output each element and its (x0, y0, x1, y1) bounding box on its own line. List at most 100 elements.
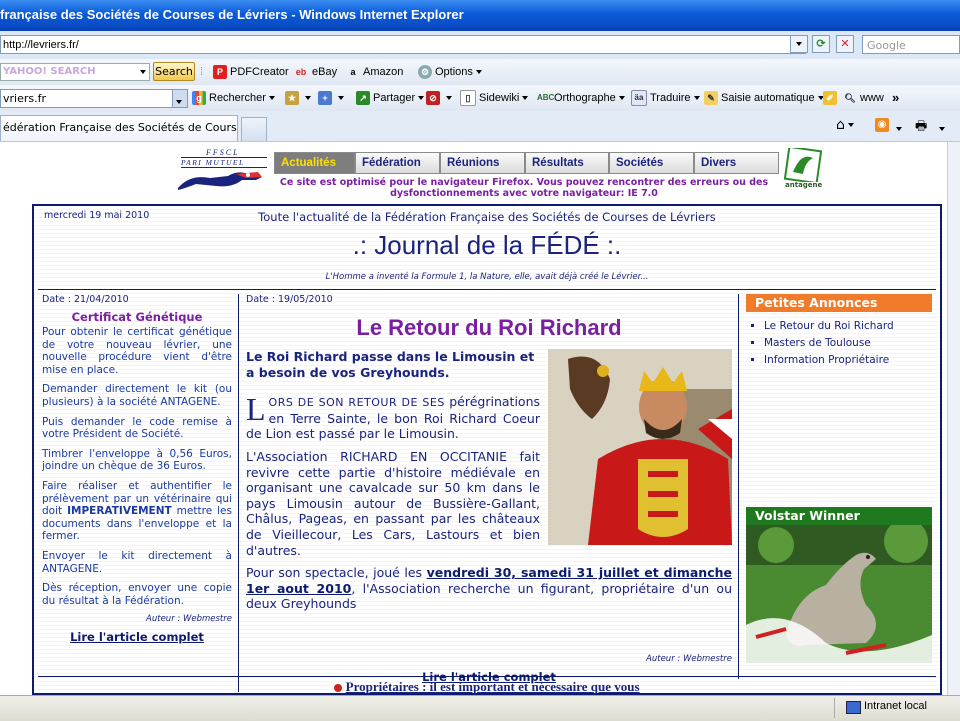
popup-blocker-button[interactable]: ⊘ (426, 90, 452, 106)
paragraph: Envoyer le kit directement à ANTAGENE. (42, 549, 232, 575)
grip-icon: ⁞ (200, 66, 204, 78)
right-column: Petites Annonces Le Retour du Roi Richar… (746, 294, 932, 371)
tab-active[interactable]: édération Française des Sociétés de Cour… (0, 115, 238, 141)
highlight-button[interactable]: ✐ (823, 90, 840, 106)
toolbar-row-2: vriers.fr g Rechercher ★ + ↗ Partager ⊘ ▯ S… (0, 85, 960, 112)
stop-icon[interactable]: ✕ (836, 35, 854, 53)
greyhound-photo-illustration (746, 525, 932, 663)
vertical-scrollbar[interactable] (947, 142, 960, 695)
combo-dropdown-button[interactable] (172, 90, 187, 107)
yahoo-placeholder: YAHOO! SEARCH (3, 66, 96, 77)
emphasis: IMPERATIVEMENT (67, 505, 172, 518)
browser-notice-line2: dysfonctionnements avec votre navigateur… (390, 188, 658, 199)
list-item[interactable]: Information Propriétaire (764, 354, 932, 366)
traduire-label: Traduire (650, 92, 691, 104)
proprietaires-link[interactable]: Propriétaires : il est important et néce… (346, 679, 640, 694)
popup-blocker-icon: ⊘ (426, 91, 440, 106)
antagene-logo-icon (783, 145, 823, 185)
home-icon[interactable]: ⌂ (836, 117, 854, 133)
nav-resultats[interactable]: Résultats (525, 152, 609, 174)
drop-cap: L (246, 391, 266, 428)
new-tab-button[interactable] (241, 117, 267, 141)
browser-notice-line1: Ce site est optimisé pour le navigateur … (279, 177, 769, 188)
options-button[interactable]: ⚙ Options (418, 64, 482, 80)
print-icon[interactable]: 🖶︎ (915, 117, 927, 139)
search-placeholder: Google (867, 39, 906, 52)
status-bar: Intranet local (0, 695, 960, 721)
paragraph: Puis demander le code remise à votre Pré… (42, 415, 232, 441)
bullet-icon (334, 684, 343, 693)
paragraph: Faire réaliser et authentifier le prélèv… (42, 480, 232, 543)
pdf-icon: P (213, 65, 227, 80)
nav-federation[interactable]: Fédération (355, 152, 440, 174)
print-dropdown[interactable] (936, 122, 945, 135)
highlighter-icon: ✐ (823, 91, 837, 106)
search-input[interactable]: Google (862, 35, 960, 54)
greyhound-photo[interactable] (746, 525, 932, 663)
address-url: http://levriers.fr/ (3, 39, 79, 51)
nav-divers[interactable]: Divers (694, 152, 779, 174)
autofill-icon: ✎ (704, 91, 718, 106)
yahoo-search-button[interactable]: Search (153, 62, 195, 81)
pdfcreator-label: PDFCreator (230, 66, 289, 78)
main-column: Date : 19/05/2010 Le Retour du Roi Richa… (246, 294, 732, 684)
orthographe-label: Orthographe (554, 92, 616, 104)
www-button[interactable]: 🔍︎ www (843, 90, 884, 106)
address-dropdown-button[interactable] (790, 35, 808, 53)
main-article-title: Le Retour du Roi Richard (356, 315, 622, 340)
spellcheck-icon: ABC (537, 93, 555, 103)
orthographe-button[interactable]: ABCOrthographe (537, 90, 625, 106)
chevron-down-icon (693, 96, 700, 101)
partager-label: Partager (373, 92, 416, 104)
tabs-row: édération Française des Sociétés de Cour… (0, 111, 960, 142)
rechercher-button[interactable]: g Rechercher (192, 90, 275, 106)
antagene-logo[interactable]: antagene (783, 145, 823, 192)
www-label: www (860, 92, 884, 104)
plus-icon: + (318, 91, 332, 106)
google-toolbar-combo[interactable]: vriers.fr (0, 89, 188, 108)
king-richard-photo (548, 349, 732, 545)
nav-actualites[interactable]: Actualités (274, 152, 355, 174)
logo-text-ffscl: FFSCL (206, 148, 240, 157)
pdfcreator-button[interactable]: P PDFCreator (213, 64, 289, 80)
amazon-button[interactable]: a Amazon (346, 64, 403, 80)
announcement-link[interactable]: Le Retour du Roi Richard (764, 320, 894, 332)
bookmark-button[interactable]: ★ (285, 90, 311, 106)
refresh-icon[interactable]: ⟳ (812, 35, 830, 53)
chevron-down-icon (418, 96, 425, 101)
ebay-button[interactable]: eb eBay (293, 64, 337, 80)
left-read-more-link[interactable]: Lire l'article complet (70, 630, 204, 644)
ffscl-logo[interactable]: FFSCL PARI MUTUEL (176, 148, 268, 190)
nav-societes[interactable]: Sociétés (609, 152, 694, 174)
winner-title: Volstar Winner (746, 507, 932, 525)
left-article-heading: Certificat Génétique (71, 310, 203, 324)
chevron-down-icon (446, 96, 452, 101)
toolbar-overflow-button[interactable]: » (892, 90, 899, 106)
plus-button[interactable]: + (318, 90, 344, 106)
rss-dropdown[interactable] (893, 122, 902, 135)
rss-icon[interactable]: ◉ (875, 118, 889, 132)
announcement-link[interactable]: Information Propriétaire (764, 354, 889, 366)
nav-reunions[interactable]: Réunions (440, 152, 525, 174)
ebay-icon: eb (295, 67, 307, 78)
list-item[interactable]: Masters de Toulouse (764, 337, 932, 349)
traduire-button[interactable]: äa Traduire (631, 90, 700, 107)
announcement-link[interactable]: Masters de Toulouse (764, 337, 871, 349)
divider (38, 676, 936, 677)
sidewiki-button[interactable]: ▯ Sidewiki (460, 90, 529, 107)
chevron-down-icon (305, 96, 311, 101)
column-divider (238, 294, 239, 692)
paragraph: Demander directement le kit (ou plusieur… (42, 383, 232, 408)
list-item[interactable]: Le Retour du Roi Richard (764, 320, 932, 332)
bottom-link-row: Propriétaires : il est important et néce… (34, 679, 940, 695)
journal-frame: mercredi 19 mai 2010 Toute l'actualité d… (32, 204, 942, 695)
chevron-down-icon (268, 96, 275, 101)
yahoo-search-input[interactable]: YAHOO! SEARCH (0, 63, 150, 81)
address-input[interactable]: http://levriers.fr/ (0, 35, 806, 54)
main-article-date: Date : 19/05/2010 (246, 294, 333, 305)
saisie-button[interactable]: ✎ Saisie automatique (704, 90, 824, 106)
partager-button[interactable]: ↗ Partager (356, 90, 425, 106)
address-bar: http://levriers.fr/ ⟳ ✕ Google (0, 31, 960, 60)
photo-illustration (548, 349, 732, 545)
translate-icon: äa (631, 90, 647, 107)
